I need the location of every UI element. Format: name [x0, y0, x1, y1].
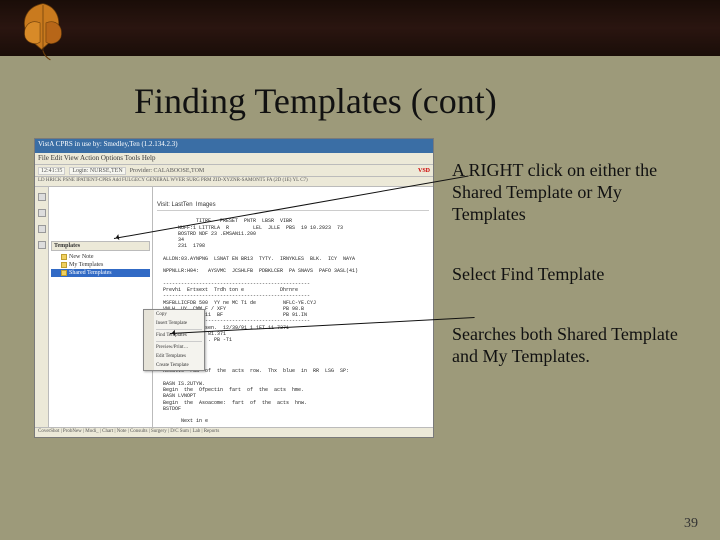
app-left-gutter: [35, 187, 49, 427]
note-select-find: Select Find Template: [452, 264, 686, 286]
gutter-icon: [38, 209, 46, 217]
note-right-click: A RIGHT click on either the Shared Templ…: [452, 160, 686, 226]
app-body: Templates New Note My Templates Shared T…: [35, 187, 433, 427]
slide-body: Finding Templates (cont) VistA CPRS in u…: [0, 56, 720, 540]
toolbar-time: 12:41:35: [38, 167, 65, 175]
tree-item-new-note[interactable]: New Note: [51, 253, 150, 261]
cm-copy[interactable]: Copy: [144, 310, 204, 319]
cm-edit[interactable]: Edit Templates: [144, 352, 204, 361]
cm-separator: [156, 341, 202, 342]
callout-notes: A RIGHT click on either the Shared Templ…: [452, 138, 686, 438]
cm-create[interactable]: Create Template: [144, 361, 204, 370]
slide-title: Finding Templates (cont): [134, 80, 686, 122]
folder-icon: [61, 262, 67, 268]
app-toolbar: 12:41:35 Login: NURSE,TEN Provider: CALA…: [35, 165, 433, 177]
page-number: 39: [684, 516, 698, 532]
folder-icon: [61, 270, 67, 276]
app-subbar: LD HRICK PSNE IPATIENT-CPRS Add FULGECY …: [35, 177, 433, 187]
app-tabs: CoverShot | ProbNew | Modi_ | Chart | No…: [35, 427, 433, 437]
content-row: VistA CPRS in use by: Smedley,Ten (1.2.1…: [34, 138, 686, 438]
app-menubar: File Edit View Action Options Tools Help: [35, 153, 433, 165]
tree-item-my-templates[interactable]: My Templates: [51, 261, 150, 269]
gutter-icon: [38, 193, 46, 201]
slide-top-border: [0, 0, 720, 56]
note-icon: [61, 254, 67, 260]
tree-item-label: My Templates: [69, 262, 103, 268]
leaf-decoration: [6, 0, 80, 68]
tree-header: Templates: [51, 241, 150, 251]
cm-preview[interactable]: Preview/Print…: [144, 343, 204, 352]
cm-insert[interactable]: Insert Template: [144, 319, 204, 328]
app-screenshot: VistA CPRS in use by: Smedley,Ten (1.2.1…: [34, 138, 434, 438]
context-menu: Copy Insert Template Find Templates Prev…: [143, 309, 205, 371]
app-titlebar: VistA CPRS in use by: Smedley,Ten (1.2.1…: [35, 139, 433, 153]
toolbar-vsd: VSD: [418, 168, 430, 174]
gutter-icon: [38, 241, 46, 249]
gutter-icon: [38, 225, 46, 233]
tree-item-shared-templates[interactable]: Shared Templates: [51, 269, 150, 277]
note-searches-both: Searches both Shared Template and My Tem…: [452, 324, 686, 368]
tree-item-label: Shared Templates: [69, 270, 112, 276]
toolbar-provider: Provider: CALABOOSE,TOM: [130, 168, 205, 174]
toolbar-user: Login: NURSE,TEN: [69, 167, 125, 175]
templates-tree: Templates New Note My Templates Shared T…: [49, 187, 153, 427]
cm-separator: [156, 329, 202, 330]
tree-item-label: New Note: [69, 254, 94, 260]
